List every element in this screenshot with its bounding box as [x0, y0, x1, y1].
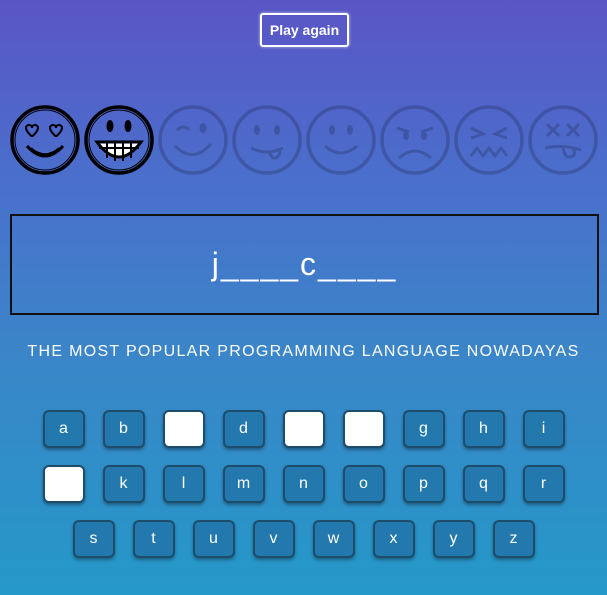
key-j[interactable]: j [42, 465, 85, 503]
key-b[interactable]: b [102, 410, 145, 448]
keyboard-row-3: stuvwxyz [0, 520, 607, 558]
word-display: j____c____ [10, 214, 599, 315]
keyboard-row-1: abcdefghi [0, 410, 607, 448]
key-h[interactable]: h [462, 410, 505, 448]
love-eyes-face-icon [10, 105, 80, 175]
key-g[interactable]: g [402, 410, 445, 448]
word-hint: THE MOST POPULAR PROGRAMMING LANGUAGE NO… [27, 343, 580, 360]
key-x[interactable]: x [372, 520, 415, 558]
tongue-out-face-icon [232, 105, 302, 175]
key-t[interactable]: t [132, 520, 175, 558]
key-i[interactable]: i [522, 410, 565, 448]
winking-face-icon [158, 105, 228, 175]
smiling-face-icon [306, 105, 376, 175]
key-f[interactable]: f [342, 410, 385, 448]
key-p[interactable]: p [402, 465, 445, 503]
play-again-button[interactable]: Play again [260, 13, 349, 47]
key-d[interactable]: d [222, 410, 265, 448]
crying-face-icon [454, 105, 524, 175]
key-w[interactable]: w [312, 520, 355, 558]
key-r[interactable]: r [522, 465, 565, 503]
key-c[interactable]: c [162, 410, 205, 448]
key-q[interactable]: q [462, 465, 505, 503]
key-z[interactable]: z [492, 520, 535, 558]
key-o[interactable]: o [342, 465, 385, 503]
key-a[interactable]: a [42, 410, 85, 448]
key-y[interactable]: y [432, 520, 475, 558]
key-m[interactable]: m [222, 465, 265, 503]
keyboard-row-2: jklmnopqr [0, 465, 607, 503]
key-u[interactable]: u [192, 520, 235, 558]
key-l[interactable]: l [162, 465, 205, 503]
key-n[interactable]: n [282, 465, 325, 503]
dizzy-face-icon [528, 105, 598, 175]
grinning-face-icon [84, 105, 154, 175]
masked-word: j____c____ [211, 246, 398, 282]
sad-face-icon [380, 105, 450, 175]
key-k[interactable]: k [102, 465, 145, 503]
key-e[interactable]: e [282, 410, 325, 448]
key-v[interactable]: v [252, 520, 295, 558]
key-s[interactable]: s [72, 520, 115, 558]
progress-faces [9, 104, 599, 178]
